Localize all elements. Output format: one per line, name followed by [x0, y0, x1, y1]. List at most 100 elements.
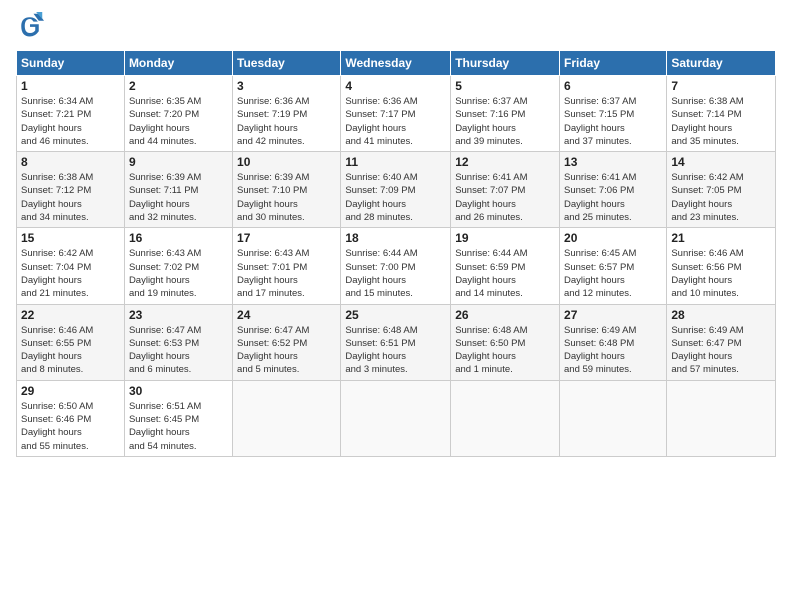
calendar-cell: 11Sunrise: 6:40 AMSunset: 7:09 PMDayligh…: [341, 152, 451, 228]
day-info: Sunrise: 6:37 AMSunset: 7:15 PMDaylight …: [564, 96, 636, 147]
calendar-cell: [341, 380, 451, 456]
calendar-cell: 12 Sunrise: 6:41 AMSunset: 7:07 PMDayligh…: [451, 152, 560, 228]
day-info: Sunrise: 6:45 AMSunset: 6:57 PMDaylight …: [564, 248, 636, 299]
day-number: 16: [129, 231, 228, 245]
header-tuesday: Tuesday: [233, 51, 341, 76]
calendar-cell: 25 Sunrise: 6:48 AMSunset: 6:51 PMDayligh…: [341, 304, 451, 380]
day-info: Sunrise: 6:47 AMSunset: 6:52 PMDaylight …: [237, 325, 309, 376]
calendar-cell: 29 Sunrise: 6:50 AMSunset: 6:46 PMDayligh…: [17, 380, 125, 456]
day-info: Sunrise: 6:44 AMSunset: 6:59 PMDaylight …: [455, 248, 527, 299]
day-number: 18: [345, 231, 446, 245]
calendar-cell: 20 Sunrise: 6:45 AMSunset: 6:57 PMDayligh…: [560, 228, 667, 304]
day-info: Sunrise: 6:35 AMSunset: 7:20 PMDaylight …: [129, 96, 201, 147]
calendar-cell: 23 Sunrise: 6:47 AMSunset: 6:53 PMDayligh…: [124, 304, 232, 380]
calendar-cell: 27Sunrise: 6:49 AMSunset: 6:48 PMDayligh…: [560, 304, 667, 380]
day-number: 4: [345, 79, 446, 93]
day-info: Sunrise: 6:36 AMSunset: 7:19 PMDaylight …: [237, 96, 309, 147]
calendar-cell: 2 Sunrise: 6:35 AMSunset: 7:20 PMDaylight…: [124, 76, 232, 152]
calendar-cell: [667, 380, 776, 456]
calendar-cell: 21 Sunrise: 6:46 AMSunset: 6:56 PMDayligh…: [667, 228, 776, 304]
calendar-cell: [451, 380, 560, 456]
day-number: 20: [564, 231, 662, 245]
calendar: Sunday Monday Tuesday Wednesday Thursday…: [16, 50, 776, 457]
calendar-cell: 16 Sunrise: 6:43 AMSunset: 7:02 PMDayligh…: [124, 228, 232, 304]
calendar-cell: 30 Sunrise: 6:51 AMSunset: 6:45 PMDayligh…: [124, 380, 232, 456]
day-number: 10: [237, 155, 336, 169]
day-number: 3: [237, 79, 336, 93]
calendar-cell: 10 Sunrise: 6:39 AMSunset: 7:10 PMDayligh…: [233, 152, 341, 228]
header-monday: Monday: [124, 51, 232, 76]
day-info: Sunrise: 6:37 AMSunset: 7:16 PMDaylight …: [455, 96, 527, 147]
calendar-cell: 17 Sunrise: 6:43 AMSunset: 7:01 PMDayligh…: [233, 228, 341, 304]
day-number: 22: [21, 308, 120, 322]
day-number: 2: [129, 79, 228, 93]
calendar-cell: 14 Sunrise: 6:42 AMSunset: 7:05 PMDayligh…: [667, 152, 776, 228]
day-number: 28: [671, 308, 771, 322]
calendar-cell: [560, 380, 667, 456]
day-info: Sunrise: 6:34 AMSunset: 7:21 PMDaylight …: [21, 96, 93, 147]
day-info: Sunrise: 6:39 AMSunset: 7:11 PMDaylight …: [129, 172, 201, 223]
day-info: Sunrise: 6:38 AMSunset: 7:14 PMDaylight …: [671, 96, 743, 147]
header-thursday: Thursday: [451, 51, 560, 76]
day-info: Sunrise: 6:47 AMSunset: 6:53 PMDaylight …: [129, 325, 201, 376]
calendar-row: 29 Sunrise: 6:50 AMSunset: 6:46 PMDayligh…: [17, 380, 776, 456]
day-info: Sunrise: 6:39 AMSunset: 7:10 PMDaylight …: [237, 172, 309, 223]
day-number: 7: [671, 79, 771, 93]
day-info: Sunrise: 6:40 AMSunset: 7:09 PMDaylight …: [345, 172, 417, 223]
day-number: 12: [455, 155, 555, 169]
day-number: 23: [129, 308, 228, 322]
calendar-row: 8 Sunrise: 6:38 AMSunset: 7:12 PMDaylight…: [17, 152, 776, 228]
calendar-row: 22 Sunrise: 6:46 AMSunset: 6:55 PMDayligh…: [17, 304, 776, 380]
day-number: 26: [455, 308, 555, 322]
day-info: Sunrise: 6:41 AMSunset: 7:06 PMDaylight …: [564, 172, 636, 223]
calendar-cell: 15Sunrise: 6:42 AMSunset: 7:04 PMDayligh…: [17, 228, 125, 304]
day-number: 6: [564, 79, 662, 93]
day-info: Sunrise: 6:43 AMSunset: 7:02 PMDaylight …: [129, 248, 201, 299]
day-info: Sunrise: 6:46 AMSunset: 6:55 PMDaylight …: [21, 325, 93, 376]
day-info: Sunrise: 6:38 AMSunset: 7:12 PMDaylight …: [21, 172, 93, 223]
calendar-cell: 5 Sunrise: 6:37 AMSunset: 7:16 PMDaylight…: [451, 76, 560, 152]
calendar-cell: 3 Sunrise: 6:36 AMSunset: 7:19 PMDaylight…: [233, 76, 341, 152]
calendar-cell: 4 Sunrise: 6:36 AMSunset: 7:17 PMDaylight…: [341, 76, 451, 152]
header: [16, 12, 776, 40]
calendar-row: 1Sunrise: 6:34 AMSunset: 7:21 PMDaylight…: [17, 76, 776, 152]
day-number: 30: [129, 384, 228, 398]
day-info: Sunrise: 6:51 AMSunset: 6:45 PMDaylight …: [129, 401, 201, 452]
day-info: Sunrise: 6:49 AMSunset: 6:48 PMDaylight …: [564, 325, 636, 376]
day-info: Sunrise: 6:48 AMSunset: 6:50 PMDaylight …: [455, 325, 527, 376]
day-number: 19: [455, 231, 555, 245]
day-number: 14: [671, 155, 771, 169]
day-info: Sunrise: 6:42 AMSunset: 7:05 PMDaylight …: [671, 172, 743, 223]
calendar-cell: 26 Sunrise: 6:48 AMSunset: 6:50 PMDayligh…: [451, 304, 560, 380]
calendar-cell: 9 Sunrise: 6:39 AMSunset: 7:11 PMDaylight…: [124, 152, 232, 228]
day-info: Sunrise: 6:43 AMSunset: 7:01 PMDaylight …: [237, 248, 309, 299]
day-number: 5: [455, 79, 555, 93]
day-info: Sunrise: 6:44 AMSunset: 7:00 PMDaylight …: [345, 248, 417, 299]
day-info: Sunrise: 6:48 AMSunset: 6:51 PMDaylight …: [345, 325, 417, 376]
day-number: 17: [237, 231, 336, 245]
day-info: Sunrise: 6:41 AMSunset: 7:07 PMDaylight …: [455, 172, 527, 223]
day-info: Sunrise: 6:46 AMSunset: 6:56 PMDaylight …: [671, 248, 743, 299]
calendar-cell: 19 Sunrise: 6:44 AMSunset: 6:59 PMDayligh…: [451, 228, 560, 304]
logo: [16, 12, 48, 40]
calendar-cell: [233, 380, 341, 456]
day-number: 21: [671, 231, 771, 245]
day-number: 9: [129, 155, 228, 169]
day-number: 24: [237, 308, 336, 322]
calendar-cell: 6 Sunrise: 6:37 AMSunset: 7:15 PMDaylight…: [560, 76, 667, 152]
day-number: 13: [564, 155, 662, 169]
header-sunday: Sunday: [17, 51, 125, 76]
day-info: Sunrise: 6:49 AMSunset: 6:47 PMDaylight …: [671, 325, 743, 376]
weekday-header-row: Sunday Monday Tuesday Wednesday Thursday…: [17, 51, 776, 76]
day-info: Sunrise: 6:36 AMSunset: 7:17 PMDaylight …: [345, 96, 417, 147]
day-number: 8: [21, 155, 120, 169]
header-wednesday: Wednesday: [341, 51, 451, 76]
day-number: 25: [345, 308, 446, 322]
calendar-cell: 1Sunrise: 6:34 AMSunset: 7:21 PMDaylight…: [17, 76, 125, 152]
logo-icon: [16, 12, 44, 40]
calendar-cell: 8 Sunrise: 6:38 AMSunset: 7:12 PMDaylight…: [17, 152, 125, 228]
page: Sunday Monday Tuesday Wednesday Thursday…: [0, 0, 792, 612]
day-info: Sunrise: 6:50 AMSunset: 6:46 PMDaylight …: [21, 401, 93, 452]
day-number: 29: [21, 384, 120, 398]
day-number: 15: [21, 231, 120, 245]
